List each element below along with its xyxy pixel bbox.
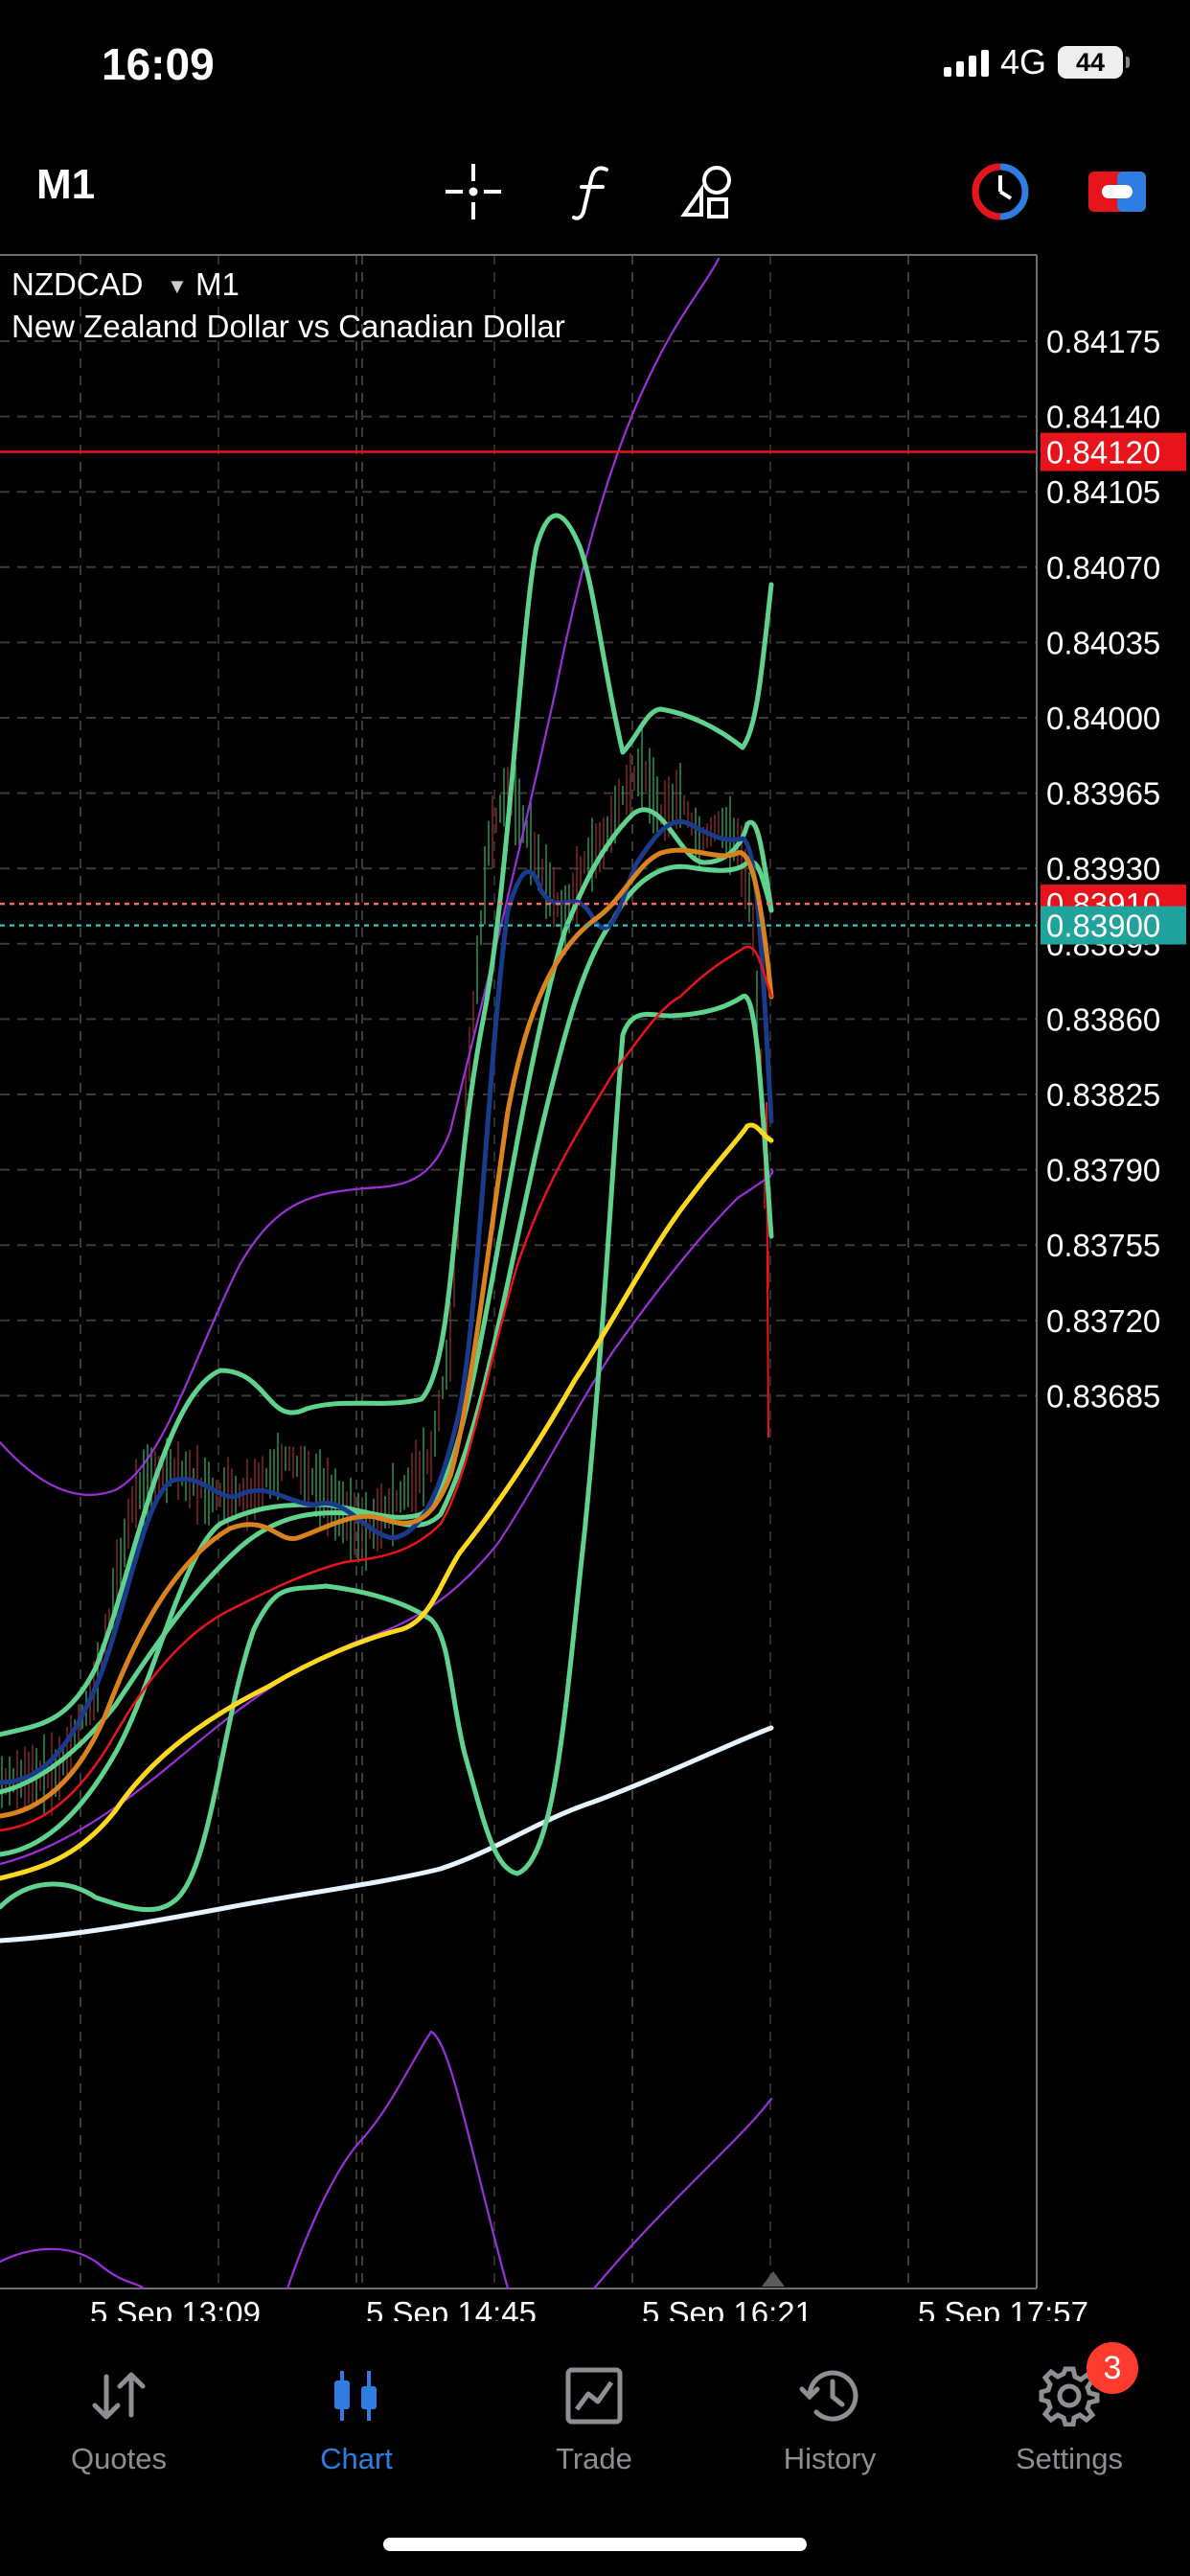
tab-settings[interactable]: Settings [973,2329,1165,2476]
status-icons: 4G 44 [943,42,1130,82]
time-tick-label: 5 Sep 13:09 [90,2295,261,2321]
trade-chart-icon [498,2358,690,2434]
price-tick-label: 0.84000 [1046,701,1160,736]
arrows-updown-icon [23,2358,215,2434]
status-time: 16:09 [102,39,215,89]
crosshair-icon[interactable] [443,161,504,222]
time-tick-label: 5 Sep 16:21 [642,2295,812,2321]
price-tick-label: 0.83965 [1046,776,1160,812]
price-tick-label: 0.84105 [1046,474,1160,510]
tab-trade[interactable]: Trade [498,2329,690,2476]
timeframe-button[interactable]: M1 [36,161,95,209]
chevron-down-icon[interactable]: ▼ [167,274,188,298]
tab-history-label: History [783,2442,877,2475]
home-indicator [383,2538,807,2551]
objects-icon[interactable] [680,161,742,222]
price-tick-label: 0.84140 [1046,400,1160,435]
trade-signals-icon[interactable] [970,161,1031,222]
price-marker-label: 0.83900 [1046,908,1160,944]
bottom-tab-bar: Quotes Chart Trade History Settings [0,2329,1190,2492]
time-tick-label: 5 Sep 14:45 [366,2295,537,2321]
battery-icon: 44 [1058,46,1130,79]
price-tick-label: 0.83720 [1046,1303,1160,1339]
price-tick-label: 0.84035 [1046,625,1160,660]
one-click-trading-icon[interactable] [1087,161,1148,222]
network-type: 4G [999,42,1046,81]
tab-history[interactable]: History [734,2329,926,2476]
time-tick-label: 5 Sep 17:57 [918,2295,1088,2321]
signal-icon [943,48,989,77]
price-tick-label: 0.83825 [1046,1077,1160,1113]
history-clock-icon [734,2358,926,2434]
price-tick-label: 0.83685 [1046,1378,1160,1414]
candles-icon [261,2358,452,2434]
price-tick-label: 0.84175 [1046,324,1160,359]
symbol-timeframe: M1 [195,266,240,302]
tab-quotes-label: Quotes [71,2442,167,2475]
price-tick-label: 0.83860 [1046,1001,1160,1037]
price-chart[interactable]: 0.84175 0.84140 0.84105 0.84070 0.84035 0.840… [0,251,1190,2321]
symbol-name[interactable]: NZDCAD [11,266,144,302]
price-tick-label: 0.84070 [1046,550,1160,586]
price-tick-label: 0.83755 [1046,1228,1160,1263]
tab-chart[interactable]: Chart [261,2329,452,2476]
price-axis: 0.84175 0.84140 0.84105 0.84070 0.84035 0.840… [1046,324,1160,1414]
battery-level: 44 [1075,47,1106,77]
settings-notification-badge: 3 [1087,2342,1138,2394]
indicators-f-icon[interactable] [563,161,625,222]
symbol-description: New Zealand Dollar vs Canadian Dollar [11,309,565,344]
price-tick-label: 0.83790 [1046,1153,1160,1188]
price-marker-label: 0.84120 [1046,435,1160,471]
price-tick-label: 0.83930 [1046,851,1160,886]
tab-chart-label: Chart [320,2442,393,2475]
tab-settings-label: Settings [1015,2442,1123,2475]
tab-trade-label: Trade [556,2442,632,2475]
tab-quotes[interactable]: Quotes [23,2329,215,2476]
